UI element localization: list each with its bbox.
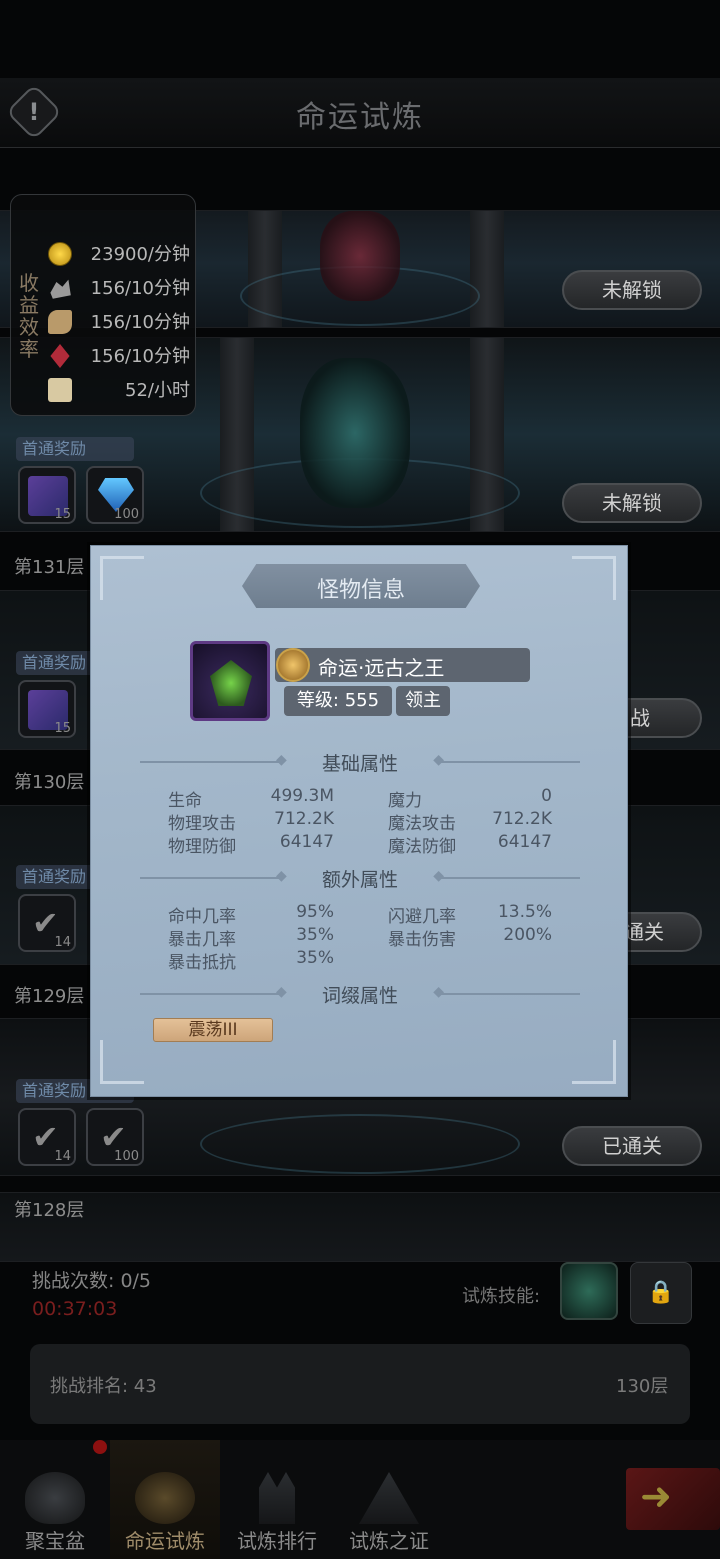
fate-trial-icon <box>135 1472 195 1524</box>
stat-value: 35% <box>296 948 334 968</box>
income-row-wood: 156/10分钟 <box>48 306 194 336</box>
income-row-ore: 156/10分钟 <box>48 272 194 302</box>
section-header-basic: ◆ 基础属性 ◆ <box>140 748 580 776</box>
ranking-icon <box>259 1472 295 1524</box>
stage-2-status-button[interactable]: 未解锁 <box>562 483 702 523</box>
reward-item-129-a[interactable]: ✔ 14 <box>18 1108 76 1166</box>
income-efficiency-label: 收益效率 <box>19 271 39 361</box>
stat-value: 95% <box>296 902 334 922</box>
income-row-scroll: 52/小时 <box>48 374 194 404</box>
frame-corner-ornament <box>100 556 144 600</box>
stat-value: 13.5% <box>497 902 552 922</box>
nav-trial-proof[interactable]: 试炼之证 <box>334 1440 444 1559</box>
scroll-icon <box>48 378 72 402</box>
income-row-gem: 156/10分钟 <box>48 340 194 370</box>
monster-name: 命运·远古之王 <box>318 656 445 680</box>
gold-coin-icon <box>48 242 72 266</box>
frame-corner-ornament <box>572 556 616 600</box>
monster-level: 等级: 555 <box>284 686 392 716</box>
stat-label: 魔法防御 <box>388 837 456 857</box>
monster-class-icon <box>276 648 310 682</box>
first-clear-reward-label: 首通奖励 <box>16 437 134 461</box>
stat-value: 35% <box>296 925 334 945</box>
notification-dot <box>93 1440 107 1454</box>
stat-label: 物理攻击 <box>168 814 236 834</box>
floor-label-131: 第131层 <box>14 557 85 578</box>
reward-item-130[interactable]: ✔ 14 <box>18 894 76 952</box>
reward-item-129-b[interactable]: ✔ 100 <box>86 1108 144 1166</box>
nav-trial-ranking[interactable]: 试炼排行 <box>222 1440 332 1559</box>
modal-title: 怪物信息 <box>316 578 405 603</box>
stat-label: 物理防御 <box>168 837 236 857</box>
stat-label: 闪避几率 <box>388 907 456 927</box>
stat-label: 暴击抵抗 <box>168 953 236 973</box>
section-header-affix: ◆ 词缀属性 ◆ <box>140 980 580 1008</box>
stat-label: 暴击伤害 <box>388 930 456 950</box>
nav-fate-trial[interactable]: 命运试炼 <box>110 1440 220 1559</box>
frame-corner-ornament <box>100 1040 144 1084</box>
wood-icon <box>48 310 72 334</box>
refresh-timer: 00:37:03 <box>32 1298 118 1320</box>
section-header-extra: ◆ 额外属性 ◆ <box>140 864 580 892</box>
page-title: 命运试炼 <box>296 100 424 135</box>
stat-label: 魔力 <box>388 791 422 811</box>
income-row-gold: 23900/分钟 <box>48 238 194 268</box>
floor-label-129: 第129层 <box>14 986 85 1007</box>
stat-value: 200% <box>503 925 552 945</box>
demon-girl-sprite <box>320 211 400 301</box>
boss-badge: 领主 <box>396 686 450 716</box>
nav-treasure-bowl[interactable]: 聚宝盆 <box>0 1440 110 1559</box>
stat-value: 499.3M <box>270 786 334 806</box>
stage-129-status-button[interactable]: 已通关 <box>562 1126 702 1166</box>
stage-panel-128 <box>0 1192 720 1262</box>
reward-item-diamond[interactable]: 100 <box>86 466 144 524</box>
lock-icon: 🔒 <box>647 1280 675 1305</box>
reward-item-scroll[interactable]: 15 <box>18 466 76 524</box>
red-gem-icon <box>50 344 70 368</box>
dark-knight-sprite <box>300 358 410 508</box>
trial-skill-label: 试炼技能: <box>462 1286 541 1307</box>
stat-value: 0 <box>541 786 552 806</box>
stat-label: 生命 <box>168 791 202 811</box>
stat-value: 64147 <box>497 832 552 852</box>
stat-value: 712.2K <box>492 809 552 829</box>
stat-value: 712.2K <box>274 809 334 829</box>
arrow-right-icon: ➜ <box>640 1474 672 1518</box>
stat-label: 命中几率 <box>168 907 236 927</box>
challenge-rank: 挑战排名: 43 <box>50 1376 157 1397</box>
stat-label: 魔法攻击 <box>388 814 456 834</box>
trial-skill-icon[interactable] <box>560 1262 618 1320</box>
rank-floor: 130层 <box>616 1376 669 1397</box>
frame-corner-ornament <box>572 1040 616 1084</box>
stat-value: 64147 <box>279 832 334 852</box>
reward-item-131[interactable]: 15 <box>18 680 76 738</box>
ore-icon <box>50 279 71 299</box>
floor-label-130: 第130层 <box>14 772 85 793</box>
treasure-bowl-icon <box>25 1472 85 1524</box>
stat-label: 暴击几率 <box>168 930 236 950</box>
stage-1-status-button[interactable]: 未解锁 <box>562 270 702 310</box>
challenge-count: 挑战次数: 0/5 <box>32 1270 152 1292</box>
trial-proof-icon <box>359 1472 419 1524</box>
affix-tag[interactable]: 震荡III <box>153 1018 273 1042</box>
floor-label-128: 第128层 <box>14 1200 85 1221</box>
